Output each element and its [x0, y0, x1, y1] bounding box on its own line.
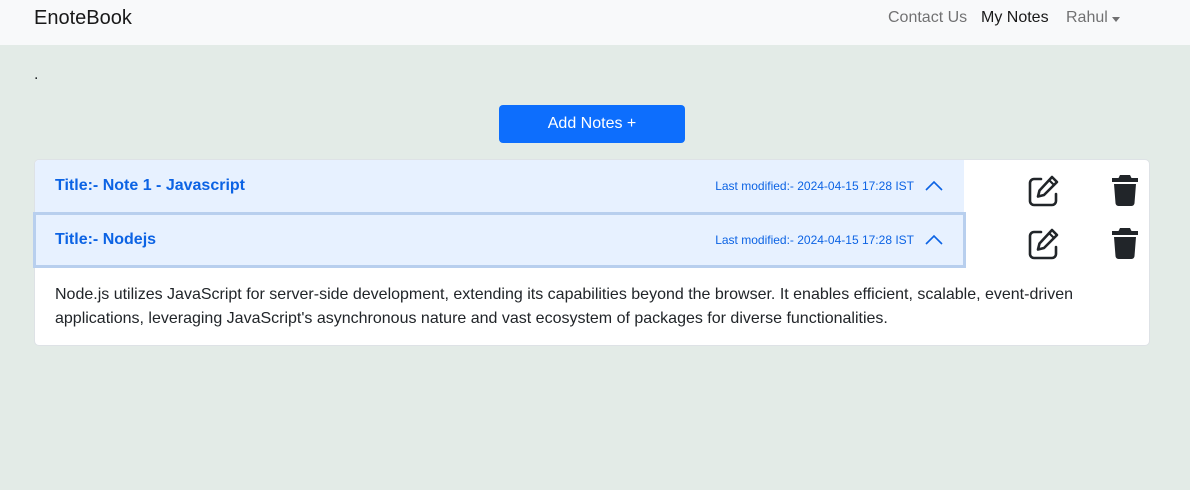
- add-notes-button[interactable]: Add Notes +: [499, 105, 685, 143]
- brand-logo-text[interactable]: EnoteBook: [34, 7, 132, 30]
- trash-icon[interactable]: [1108, 225, 1142, 261]
- nav-link-my-notes[interactable]: My Notes: [981, 9, 1049, 27]
- page-dot-text: .: [34, 66, 39, 83]
- notes-accordion: Title:- Note 1 - Javascript Last modifie…: [33, 159, 1150, 346]
- note-last-modified: Last modified:- 2024-04-15 17:28 IST: [715, 233, 914, 247]
- note-header-2[interactable]: Title:- Nodejs Last modified:- 2024-04-1…: [33, 212, 966, 268]
- note-title: Title:- Nodejs: [55, 231, 157, 248]
- chevron-up-icon: [925, 234, 943, 245]
- user-dropdown-toggle[interactable]: Rahul: [1066, 9, 1120, 27]
- user-name-label: Rahul: [1066, 9, 1108, 26]
- note-title: Title:- Note 1 - Javascript: [55, 177, 245, 194]
- caret-down-icon: [1111, 16, 1120, 22]
- trash-icon[interactable]: [1108, 172, 1142, 208]
- navbar: EnoteBook Contact Us My Notes Rahul: [0, 0, 1190, 45]
- edit-icon[interactable]: [1026, 226, 1060, 262]
- nav-link-contact-us[interactable]: Contact Us: [888, 9, 967, 27]
- edit-icon[interactable]: [1026, 173, 1060, 209]
- note-last-modified: Last modified:- 2024-04-15 17:28 IST: [715, 179, 914, 193]
- chevron-up-icon: [925, 180, 943, 191]
- note-body-2: Node.js utilizes JavaScript for server-s…: [55, 286, 1074, 327]
- note-header-1[interactable]: Title:- Note 1 - Javascript Last modifie…: [35, 160, 964, 213]
